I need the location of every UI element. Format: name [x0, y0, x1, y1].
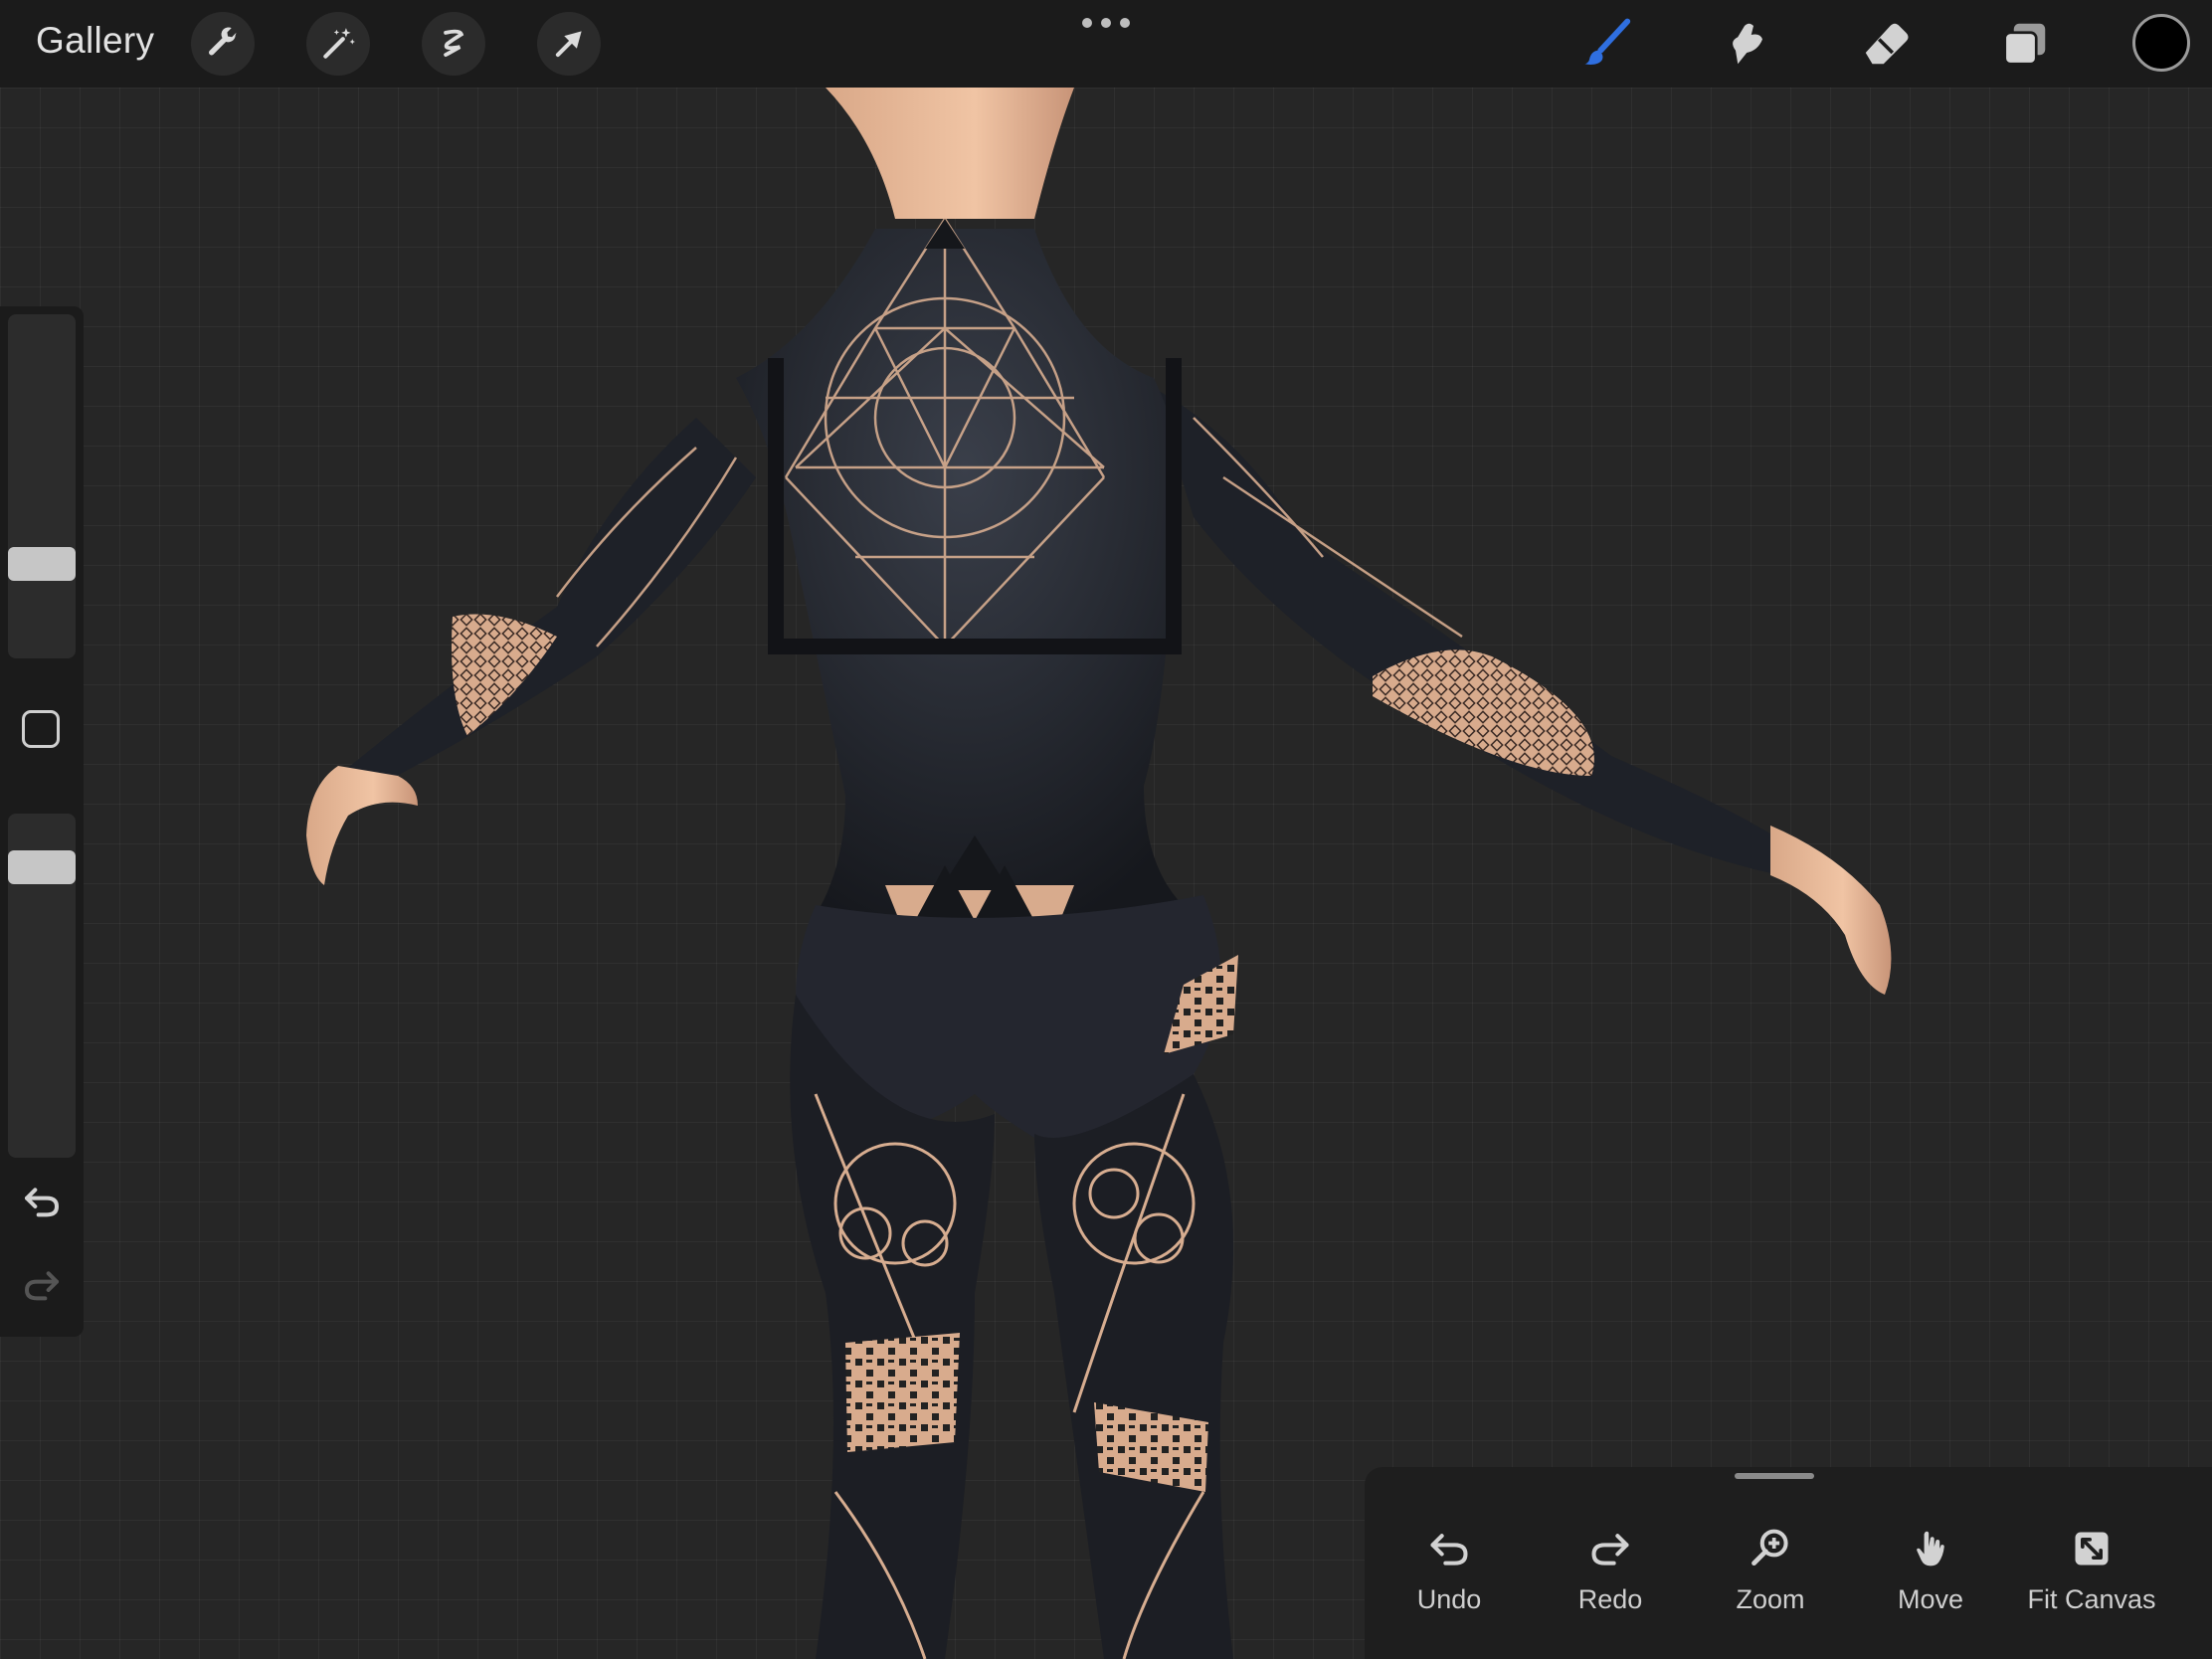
actions-button[interactable]: [191, 12, 255, 76]
opacity-thumb[interactable]: [8, 850, 76, 884]
undo-icon: [1430, 1534, 1468, 1566]
selection-icon: [444, 29, 464, 57]
quick-redo-button[interactable]: Redo: [1530, 1527, 1691, 1636]
modify-button[interactable]: [22, 710, 60, 748]
drawing-canvas[interactable]: [0, 88, 2212, 1659]
brush-size-thumb[interactable]: [8, 547, 76, 581]
smudge-icon: [1733, 23, 1762, 65]
gallery-button[interactable]: Gallery: [36, 20, 154, 62]
left-sidebar: [0, 306, 84, 1337]
quick-move-button[interactable]: Move: [1850, 1527, 2011, 1636]
brush-size-slider[interactable]: [8, 314, 76, 658]
quick-redo-label: Redo: [1577, 1584, 1643, 1614]
more-options-button[interactable]: [1082, 18, 1130, 32]
redo-icon: [1591, 1534, 1629, 1566]
eraser-button[interactable]: [1856, 14, 1916, 74]
layers-icon: [2003, 23, 2046, 66]
quick-fit-canvas-button[interactable]: Fit Canvas: [2011, 1527, 2172, 1636]
smudge-button[interactable]: [1715, 14, 1774, 74]
quick-zoom-label: Zoom: [1736, 1584, 1805, 1614]
panel-grabber-handle[interactable]: [1735, 1473, 1814, 1479]
quick-menu-panel: Undo Redo Zoom Move Fit Canvas: [1365, 1467, 2212, 1659]
quick-zoom-button[interactable]: Zoom: [1690, 1527, 1851, 1636]
transform-button[interactable]: [537, 12, 601, 76]
selection-button[interactable]: [422, 12, 485, 76]
undo-icon[interactable]: [22, 1182, 62, 1221]
quick-undo-button[interactable]: Undo: [1369, 1527, 1530, 1636]
quick-undo-label: Undo: [1416, 1584, 1482, 1614]
opacity-slider[interactable]: [8, 814, 76, 1158]
color-picker-swatch[interactable]: [2132, 14, 2190, 72]
brush-icon: [1584, 18, 1631, 65]
quick-move-label: Move: [1897, 1584, 1964, 1614]
magic-wand-icon: [323, 28, 355, 59]
paint-brush-button[interactable]: [1577, 14, 1637, 74]
dot-icon: [1120, 18, 1130, 28]
layers-button[interactable]: [1995, 14, 2055, 74]
move-hand-icon: [1917, 1531, 1944, 1567]
3d-model-figure[interactable]: [0, 88, 2212, 1659]
fit-canvas-icon: [2075, 1532, 2109, 1566]
zoom-icon: [1751, 1529, 1788, 1567]
redo-icon[interactable]: [22, 1265, 62, 1305]
dot-icon: [1101, 18, 1111, 28]
wrench-icon: [209, 27, 237, 56]
quick-fit-canvas-label: Fit Canvas: [2027, 1584, 2156, 1614]
transform-arrow-icon: [555, 31, 582, 58]
adjustments-button[interactable]: [306, 12, 370, 76]
top-toolbar: Gallery: [0, 0, 2212, 88]
eraser-icon: [1865, 23, 1909, 65]
dot-icon: [1082, 18, 1092, 28]
